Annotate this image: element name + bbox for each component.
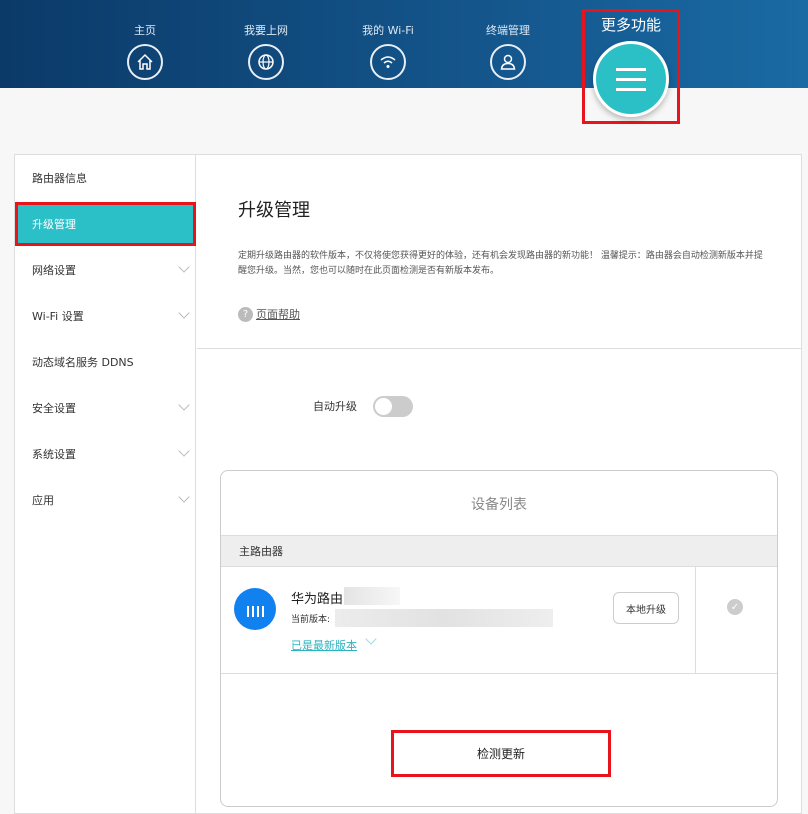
current-version-label: 当前版本: [291, 615, 331, 625]
nav-home[interactable]: 主页 [105, 22, 185, 80]
nav-internet[interactable]: 我要上网 [226, 22, 306, 80]
home-icon [127, 44, 163, 80]
help-link[interactable]: ? 页面帮助 [238, 306, 300, 322]
redacted-name [344, 587, 400, 605]
device-list-card: 设备列表 主路由器 华为路由 当前版本: 已是最新版本 本地升级 ✓ 检测更新 [220, 470, 778, 807]
page-description: 定期升级路由器的软件版本，不仅将使您获得更好的体验，还有机会发现路由器的新功能！… [238, 251, 763, 276]
nav-more-functions[interactable]: 更多功能 [582, 9, 680, 124]
sidebar-item-security[interactable]: 安全设置 [15, 387, 196, 429]
sidebar-item-system[interactable]: 系统设置 [15, 433, 196, 475]
wifi-icon [370, 44, 406, 80]
check-update-button[interactable]: 检测更新 [391, 730, 611, 777]
sidebar-item-ddns[interactable]: 动态域名服务 DDNS [15, 341, 196, 383]
divider [695, 567, 696, 673]
sidebar-item-upgrade[interactable]: 升级管理 [15, 202, 196, 246]
local-upgrade-button[interactable]: 本地升级 [613, 592, 679, 624]
chevron-down-icon [178, 399, 190, 411]
chevron-down-icon [178, 261, 190, 273]
device-name: 华为路由 [291, 592, 344, 607]
sidebar-item-label: 升级管理 [32, 218, 76, 231]
chevron-down-icon [178, 307, 190, 319]
device-group-header: 主路由器 [221, 535, 777, 567]
user-icon [490, 44, 526, 80]
sidebar-item-label: 动态域名服务 DDNS [32, 356, 134, 369]
sidebar-item-label: 网络设置 [32, 264, 76, 277]
chevron-down-icon[interactable] [365, 633, 377, 645]
nav-label: 终端管理 [486, 24, 530, 37]
sidebar-item-label: Wi-Fi 设置 [32, 310, 84, 323]
nav-label: 我的 Wi-Fi [362, 24, 414, 37]
nav-wifi[interactable]: 我的 Wi-Fi [348, 22, 428, 80]
chevron-down-icon [178, 445, 190, 457]
sidebar-item-label: 路由器信息 [32, 172, 87, 185]
auto-upgrade-label: 自动升级 [313, 400, 357, 413]
help-link-label[interactable]: 页面帮助 [256, 306, 300, 322]
nav-label: 我要上网 [244, 24, 288, 37]
auto-upgrade-toggle[interactable] [373, 396, 413, 417]
sidebar-item-label: 应用 [32, 494, 54, 507]
device-row: 华为路由 当前版本: 已是最新版本 本地升级 ✓ [221, 567, 777, 674]
menu-icon[interactable] [593, 41, 669, 117]
divider [197, 348, 801, 349]
nav-devices[interactable]: 终端管理 [468, 22, 548, 80]
help-icon: ? [238, 306, 253, 322]
nav-label: 主页 [134, 24, 156, 37]
main-content: 升级管理 定期升级路由器的软件版本，不仅将使您获得更好的体验，还有机会发现路由器… [197, 155, 801, 813]
sidebar-item-label: 系统设置 [32, 448, 76, 461]
device-list-title: 设备列表 [471, 497, 527, 513]
sidebar-item-router-info[interactable]: 路由器信息 [15, 157, 196, 199]
latest-version-link[interactable]: 已是最新版本 [291, 637, 357, 653]
sidebar-item-apps[interactable]: 应用 [15, 479, 196, 521]
sidebar: 路由器信息 升级管理 网络设置 Wi-Fi 设置 动态域名服务 DDNS 安全设… [15, 155, 196, 813]
sidebar-item-network[interactable]: 网络设置 [15, 249, 196, 291]
page-title: 升级管理 [238, 200, 310, 221]
content-panel: 路由器信息 升级管理 网络设置 Wi-Fi 设置 动态域名服务 DDNS 安全设… [14, 154, 802, 814]
top-header: 主页 我要上网 我的 Wi-Fi 终端管理 [0, 0, 808, 88]
globe-icon [248, 44, 284, 80]
sidebar-item-label: 安全设置 [32, 402, 76, 415]
redacted-version [335, 609, 553, 627]
check-icon: ✓ [727, 599, 743, 615]
chevron-down-icon [178, 491, 190, 503]
sidebar-item-wifi[interactable]: Wi-Fi 设置 [15, 295, 196, 337]
router-icon [234, 588, 276, 630]
more-label: 更多功能 [600, 16, 661, 34]
